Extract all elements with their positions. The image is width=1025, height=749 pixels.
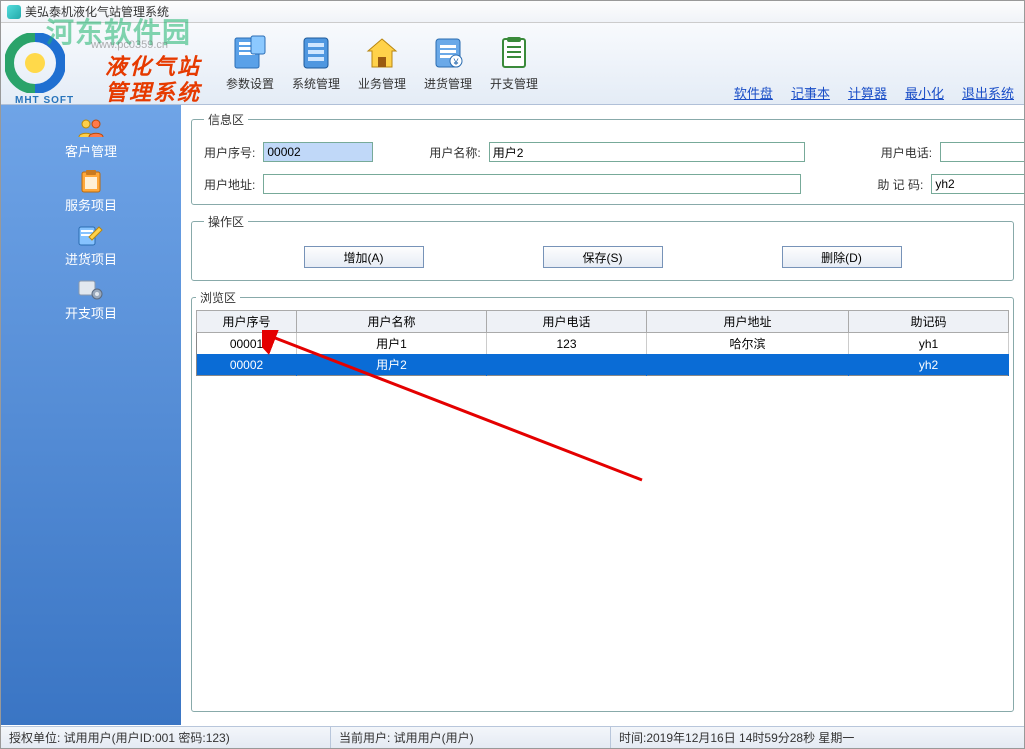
link-disk[interactable]: 软件盘 [734,83,773,102]
clipboard-icon [77,170,105,194]
link-calc[interactable]: 计算器 [848,83,887,102]
user-phone-label: 用户电话: [881,144,932,161]
brand-mht: MHT SOFT [15,95,74,106]
brand-line2: 管理系统 [105,75,201,107]
brand-logo [5,33,65,93]
sidebar-item-cust[interactable]: 客户管理 [11,113,171,163]
cell-mn: yh2 [849,354,1009,376]
main-toolbar: 液化气站 管理系统 MHT SOFT 参数设置 系统管理 业务管理 ¥ [1,23,1024,105]
cell-addr: 哈尔滨 [647,333,849,355]
sidebar: 客户管理 服务项目 进货项目 开支项目 [1,105,181,725]
note-pen-icon [77,224,105,248]
cell-name: 用户2 [297,354,487,376]
cell-addr [647,354,849,376]
sidebar-cust-label: 客户管理 [65,141,117,160]
menu-expense[interactable]: 开支管理 [485,31,543,94]
svg-text:¥: ¥ [452,57,459,67]
biz-icon [362,33,402,73]
users-icon [77,116,105,140]
user-addr-input[interactable] [263,174,801,194]
status-time: 时间:2019年12月16日 14时59分28秒 星期一 [611,727,1024,748]
app-icon [7,5,21,19]
browse-grid[interactable]: 用户序号 用户名称 用户电话 用户地址 助记码 00001用户1123哈尔滨yh… [196,310,1009,376]
titlebar: 美弘泰机液化气站管理系统 [1,1,1024,23]
sidebar-stock-label: 进货项目 [65,249,117,268]
info-section: 信息区 用户序号: 用户名称: 用户电话: 用户地址: 助 记 码: [191,111,1024,205]
cell-no: 00002 [197,354,297,376]
col-useraddr[interactable]: 用户地址 [647,311,849,333]
sidebar-exp-label: 开支项目 [65,303,117,322]
user-addr-label: 用户地址: [204,176,255,193]
browse-section: 浏览区 用户序号 用户名称 用户电话 用户地址 助记码 00001用户1123哈… [191,289,1014,712]
stock-icon: ¥ [428,33,468,73]
menu-expense-label: 开支管理 [490,75,538,92]
col-userphone[interactable]: 用户电话 [487,311,647,333]
link-min[interactable]: 最小化 [905,83,944,102]
user-no-input[interactable] [263,142,373,162]
status-auth: 授权单位: 试用用户(用户ID:001 密码:123) [1,727,331,748]
menu-params[interactable]: 参数设置 [221,31,279,94]
linkbar: 软件盘 记事本 计算器 最小化 退出系统 [734,83,1014,102]
expense-icon [494,33,534,73]
menu-params-label: 参数设置 [226,75,274,92]
ops-legend: 操作区 [204,213,248,230]
menu-biz[interactable]: 业务管理 [353,31,411,94]
cell-name: 用户1 [297,333,487,355]
mnemonic-input[interactable] [931,174,1024,194]
table-row[interactable]: 00002用户2 yh2 [197,354,1009,376]
cell-phone [487,354,647,376]
link-exit[interactable]: 退出系统 [962,83,1014,102]
params-icon [230,33,270,73]
menu-system[interactable]: 系统管理 [287,31,345,94]
menu-system-label: 系统管理 [292,75,340,92]
gear-doc-icon [77,278,105,302]
content-area: 信息区 用户序号: 用户名称: 用户电话: 用户地址: 助 记 码: 操作区 [181,105,1024,725]
sidebar-svc-label: 服务项目 [65,195,117,214]
cell-mn: yh1 [849,333,1009,355]
sidebar-item-stock[interactable]: 进货项目 [11,221,171,271]
window-title: 美弘泰机液化气站管理系统 [25,3,169,20]
browse-legend: 浏览区 [196,289,240,306]
menu-stock-label: 进货管理 [424,75,472,92]
ops-section: 操作区 增加(A) 保存(S) 删除(D) [191,213,1014,281]
user-name-input[interactable] [489,142,805,162]
sidebar-item-exp[interactable]: 开支项目 [11,275,171,325]
user-phone-input[interactable] [940,142,1024,162]
status-current: 当前用户: 试用用户(用户) [331,727,611,748]
sidebar-item-svc[interactable]: 服务项目 [11,167,171,217]
user-name-label: 用户名称: [429,144,480,161]
menu-bar: 参数设置 系统管理 业务管理 ¥ 进货管理 开支管理 [221,31,543,94]
add-button[interactable]: 增加(A) [304,246,424,268]
link-note[interactable]: 记事本 [791,83,830,102]
mnemonic-label: 助 记 码: [877,176,923,193]
menu-biz-label: 业务管理 [358,75,406,92]
save-button[interactable]: 保存(S) [543,246,663,268]
delete-button[interactable]: 删除(D) [782,246,902,268]
statusbar: 授权单位: 试用用户(用户ID:001 密码:123) 当前用户: 试用用户(用… [1,726,1024,748]
col-userno[interactable]: 用户序号 [197,311,297,333]
col-username[interactable]: 用户名称 [297,311,487,333]
cell-phone: 123 [487,333,647,355]
col-mnemonic[interactable]: 助记码 [849,311,1009,333]
menu-stock[interactable]: ¥ 进货管理 [419,31,477,94]
system-icon [296,33,336,73]
cell-no: 00001 [197,333,297,355]
info-legend: 信息区 [204,111,248,128]
table-row[interactable]: 00001用户1123哈尔滨yh1 [197,333,1009,355]
grid-header-row: 用户序号 用户名称 用户电话 用户地址 助记码 [197,311,1009,333]
user-no-label: 用户序号: [204,144,255,161]
